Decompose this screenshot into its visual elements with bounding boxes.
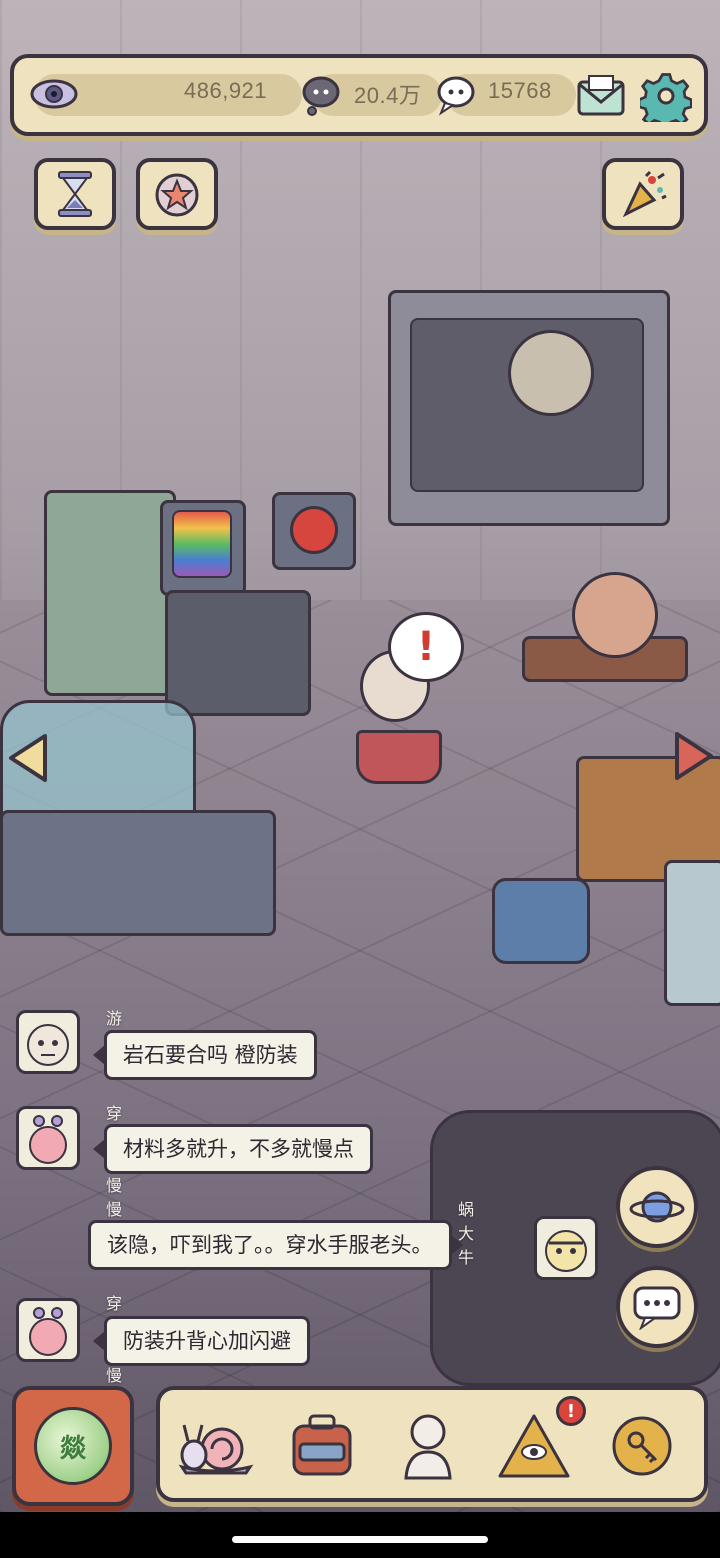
hourglass-button[interactable] bbox=[34, 158, 116, 230]
messages-count: 15768 bbox=[488, 78, 552, 103]
resource-bar: 486,921 20.4万 15768 bbox=[10, 54, 708, 136]
red-button[interactable] bbox=[290, 506, 338, 554]
dock-backpack[interactable] bbox=[280, 1404, 364, 1488]
avatar[interactable] bbox=[16, 1298, 80, 1362]
thought-bubble-icon bbox=[298, 72, 344, 118]
alert-exclamation-bubble[interactable]: ! bbox=[388, 612, 464, 682]
sender-name: 蜗大牛 bbox=[458, 1200, 475, 1267]
message-bubble: 防装升背心加闪避 bbox=[93, 1316, 310, 1366]
next-room-arrow[interactable] bbox=[672, 728, 716, 784]
planet-button[interactable] bbox=[616, 1166, 698, 1248]
main-action-button[interactable]: 燚 bbox=[12, 1386, 134, 1506]
backpack-icon bbox=[286, 1410, 358, 1482]
speech-bubble-icon bbox=[432, 72, 478, 118]
key-coin-icon bbox=[606, 1410, 678, 1482]
hourglass-icon bbox=[57, 170, 93, 218]
control-console bbox=[165, 590, 311, 716]
avatar[interactable] bbox=[16, 1106, 80, 1170]
bubbles-count: 20.4万 bbox=[354, 83, 422, 108]
avatar[interactable] bbox=[534, 1216, 598, 1280]
bottom-dock: ! bbox=[156, 1386, 708, 1502]
eye-icon bbox=[28, 70, 80, 118]
mail-icon[interactable] bbox=[574, 70, 628, 122]
message-bubble: 该隐，吓到我了。。穿水手服老头。 bbox=[88, 1220, 462, 1270]
notification-badge: ! bbox=[556, 1396, 586, 1426]
egg-globe bbox=[572, 572, 658, 658]
main-orb: 燚 bbox=[34, 1407, 112, 1485]
star-button[interactable] bbox=[136, 158, 218, 230]
dock-snail[interactable] bbox=[174, 1404, 258, 1488]
tv-screen bbox=[172, 510, 232, 578]
party-popper-icon bbox=[618, 170, 668, 218]
dock-statue[interactable] bbox=[386, 1404, 470, 1488]
star-icon bbox=[153, 171, 201, 217]
chat-icon bbox=[631, 1284, 683, 1330]
gear-icon[interactable] bbox=[638, 68, 694, 124]
planet-icon bbox=[629, 1183, 685, 1231]
green-fridge bbox=[44, 490, 176, 696]
dock-key-coin[interactable] bbox=[600, 1404, 684, 1488]
avatar[interactable] bbox=[16, 1010, 80, 1074]
home-indicator[interactable] bbox=[232, 1536, 488, 1543]
tank-machine-base bbox=[0, 810, 276, 936]
prev-room-arrow[interactable] bbox=[6, 730, 50, 786]
snail-icon bbox=[176, 1411, 256, 1481]
metal-crate bbox=[664, 860, 720, 1006]
event-button[interactable] bbox=[602, 158, 684, 230]
projector-robot bbox=[492, 878, 590, 964]
message-bubble: 岩石要合吗 橙防装 bbox=[93, 1030, 317, 1080]
chat-button[interactable] bbox=[616, 1266, 698, 1348]
star-dial bbox=[508, 330, 594, 416]
message-bubble: 材料多就升，不多就慢点 bbox=[93, 1124, 373, 1174]
views-count: 486,921 bbox=[184, 78, 268, 103]
system-navigation-bar bbox=[0, 1512, 720, 1558]
bust-statue-icon bbox=[392, 1408, 464, 1484]
